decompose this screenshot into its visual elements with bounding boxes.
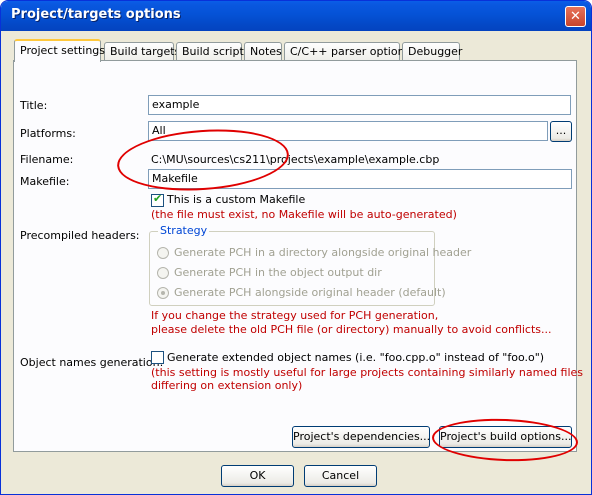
custom-makefile-label[interactable]: This is a custom Makefile — [167, 193, 305, 206]
pch-option-object-dir[interactable]: Generate PCH in the object output dir — [174, 266, 382, 279]
pch-warning-line-2: please delete the old PCH file (or direc… — [151, 323, 552, 336]
makefile-input[interactable]: Makefile — [148, 169, 572, 189]
cancel-button[interactable]: Cancel — [304, 465, 377, 487]
pch-warning-line-1: If you change the strategy used for PCH … — [151, 309, 439, 322]
ok-button[interactable]: OK — [221, 465, 294, 487]
pch-option-alongside[interactable]: Generate PCH alongside original header (… — [174, 286, 446, 299]
objnames-note-line-1: (this setting is mostly useful for large… — [151, 366, 584, 379]
title-bar[interactable]: Project/targets options ✕ — [1, 1, 591, 31]
pch-label: Precompiled headers: — [20, 229, 140, 242]
filename-value: C:\MU\sources\cs211\projects\example\exa… — [151, 153, 440, 166]
platforms-browse-button[interactable]: ... — [550, 121, 572, 142]
custom-makefile-checkbox[interactable] — [151, 192, 164, 207]
pch-option-directory[interactable]: Generate PCH in a directory alongside or… — [174, 246, 471, 259]
title-input[interactable]: example — [148, 95, 571, 115]
project-build-options-button[interactable]: Project's build options... — [439, 426, 572, 448]
objnames-check-label[interactable]: Generate extended object names (i.e. "fo… — [167, 351, 544, 364]
project-settings-panel: Title: example Platforms: All ... Filena… — [13, 60, 583, 452]
objnames-label: Object names generation: — [20, 356, 164, 369]
objnames-note-line-2: differing on extension only) — [151, 379, 303, 392]
tab-debugger[interactable]: Debugger — [402, 42, 462, 61]
pch-radio-alongside[interactable] — [157, 287, 169, 299]
tab-build-scripts[interactable]: Build scripts — [176, 42, 250, 61]
dialog-client: Project settings Build targets Build scr… — [4, 31, 588, 493]
custom-makefile-note: (the file must exist, no Makefile will b… — [151, 208, 457, 221]
filename-label: Filename: — [20, 153, 74, 166]
pch-radio-object-dir[interactable] — [157, 267, 169, 279]
project-dependencies-button[interactable]: Project's dependencies... — [292, 426, 430, 448]
window-title: Project/targets options — [11, 7, 181, 22]
platforms-input[interactable]: All — [148, 121, 548, 141]
tab-project-settings[interactable]: Project settings — [14, 39, 105, 62]
close-icon[interactable]: ✕ — [565, 6, 586, 27]
project-options-dialog: Project/targets options ✕ Project settin… — [0, 0, 592, 495]
makefile-label: Makefile: — [20, 175, 70, 188]
title-label: Title: — [20, 99, 48, 112]
strategy-group-title: Strategy — [158, 224, 210, 237]
objnames-checkbox[interactable] — [151, 351, 164, 364]
strategy-group: Strategy Generate PCH in a directory alo… — [149, 224, 471, 306]
platforms-label: Platforms: — [20, 127, 76, 140]
tab-build-targets[interactable]: Build targets — [104, 42, 180, 61]
tab-cpp-parser-options[interactable]: C/C++ parser options — [284, 42, 410, 61]
tab-notes[interactable]: Notes — [244, 42, 282, 61]
pch-radio-directory[interactable] — [157, 247, 169, 259]
